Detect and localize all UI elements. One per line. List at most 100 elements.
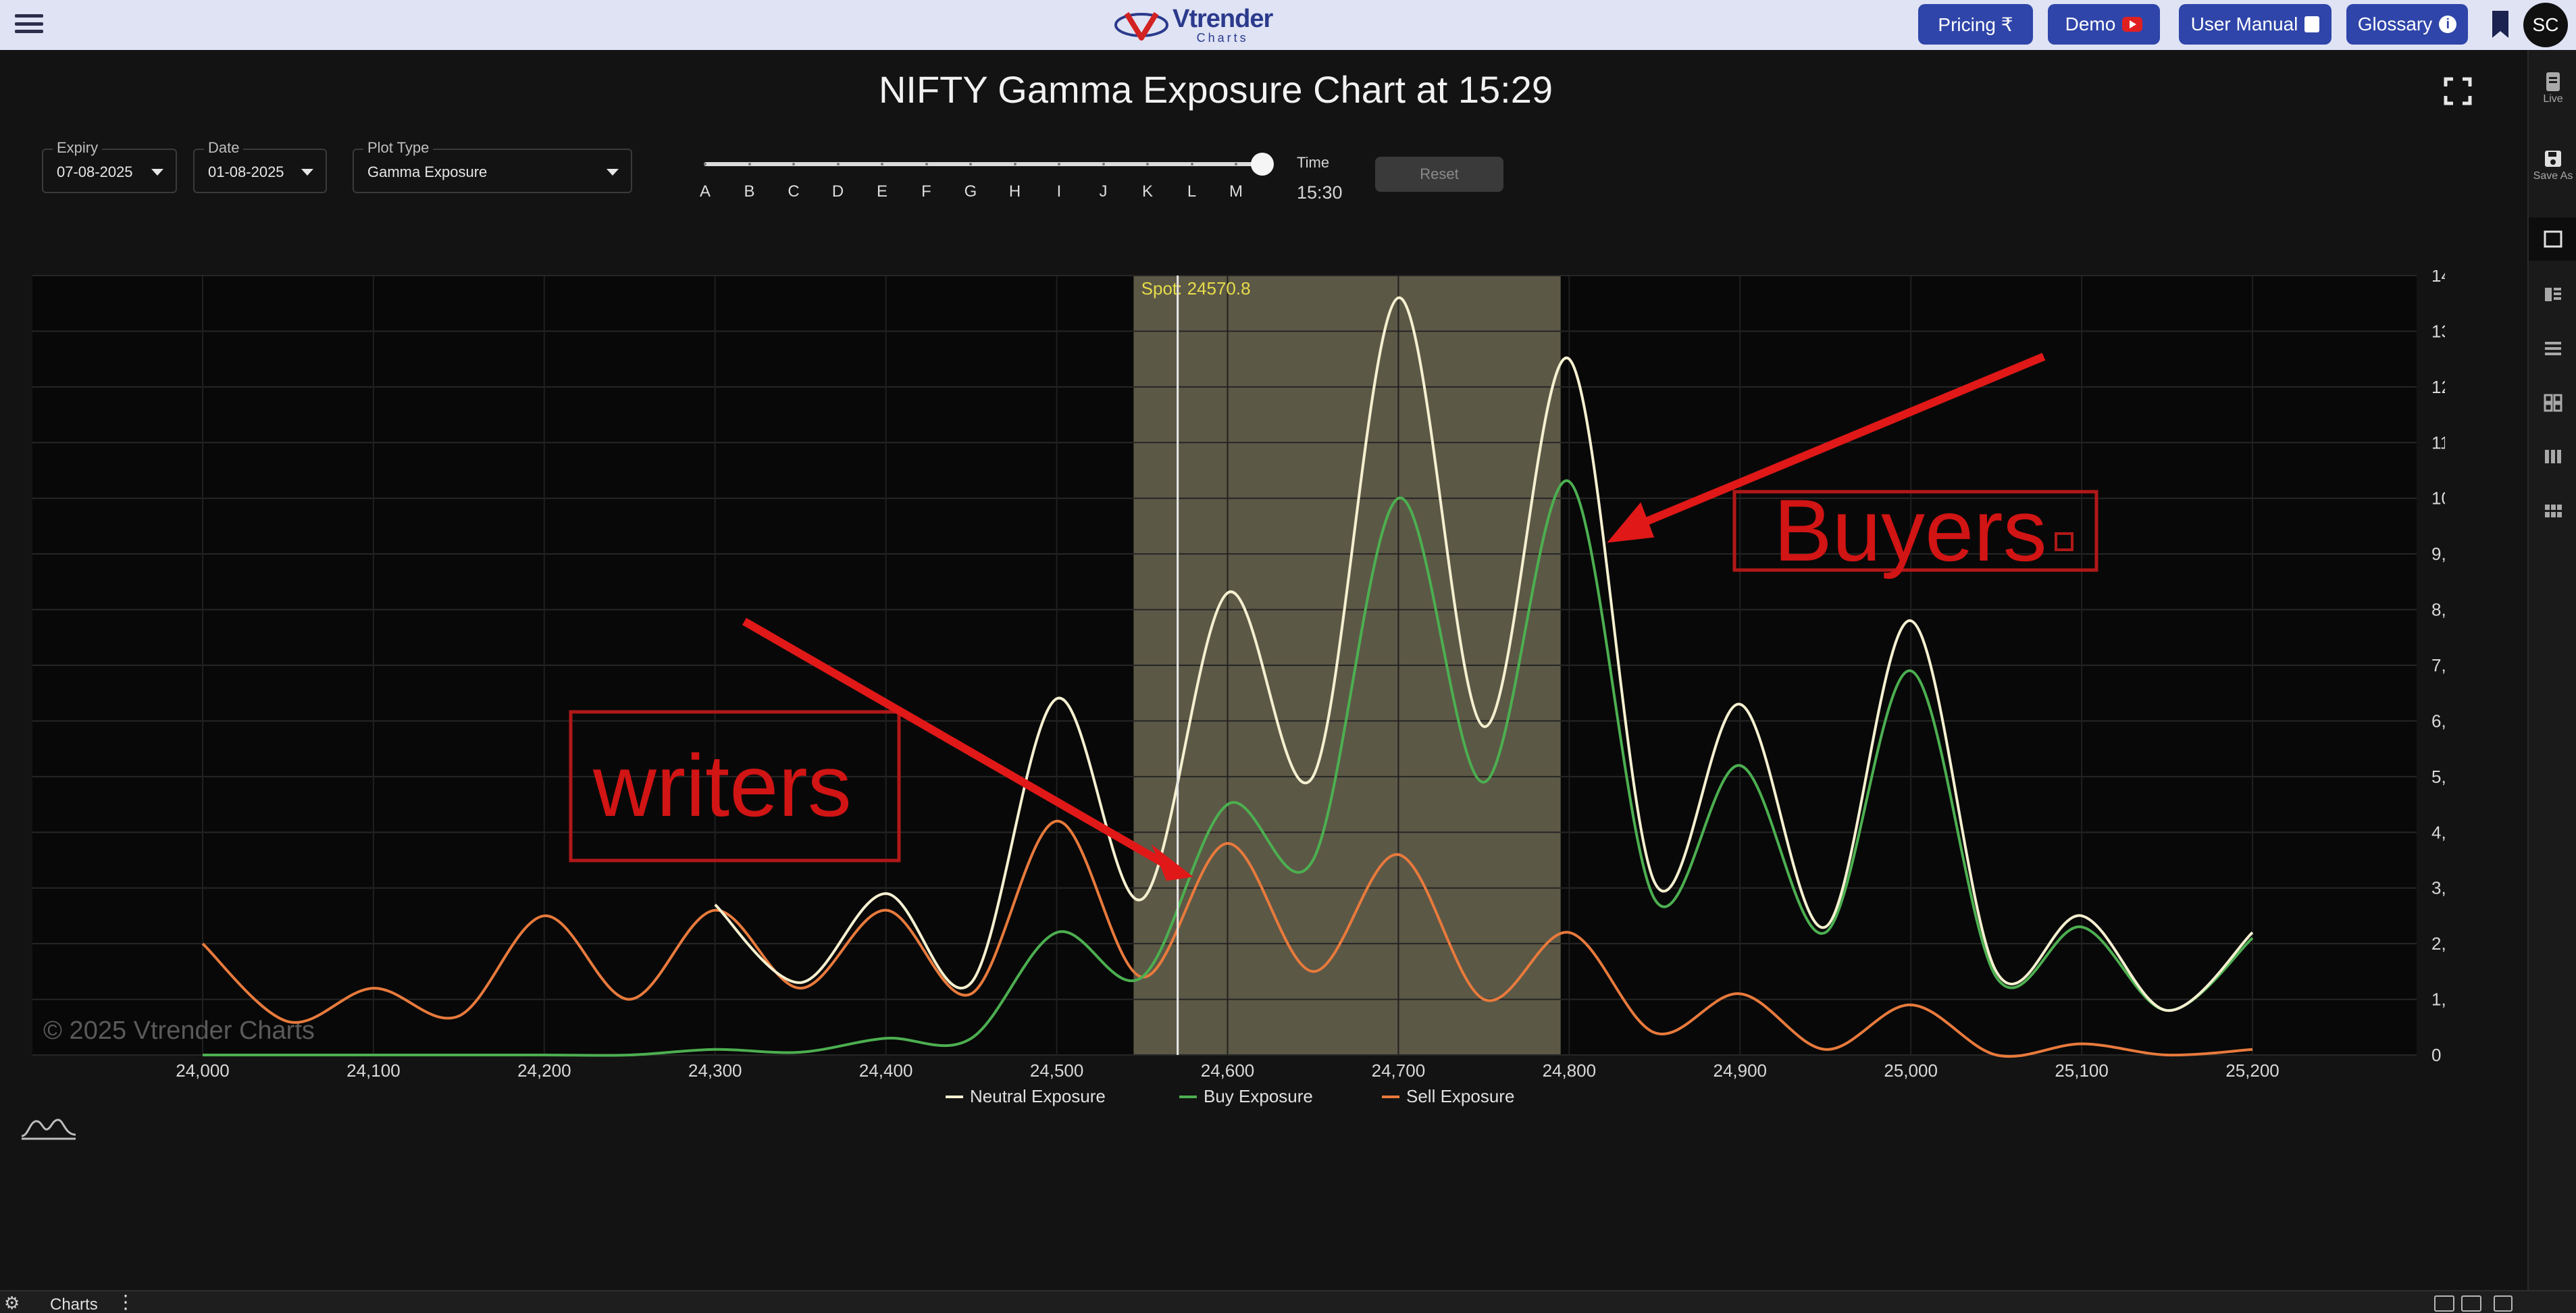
slider-mark-label: B (744, 182, 755, 201)
menu-icon[interactable] (14, 11, 45, 36)
time-label: Time (1297, 154, 1330, 171)
chart-style-icon[interactable] (20, 1114, 77, 1141)
vtrender-logo-icon (1114, 11, 1168, 41)
slider-mark-label: C (788, 182, 800, 201)
date-select[interactable]: Date 01-08-2025 (193, 139, 327, 193)
time-slider-track[interactable] (704, 162, 1262, 166)
user-manual-label: User Manual (2190, 14, 2298, 34)
y-tick-label: 1,000 (2431, 989, 2445, 1010)
plot-type-value: Gamma Exposure (367, 163, 488, 180)
y-tick-label: 11,000 (2431, 432, 2445, 453)
reset-label: Reset (1420, 165, 1459, 182)
sidebar-item-columns-layout[interactable] (2529, 435, 2576, 478)
x-tick-label: 24,100 (346, 1060, 401, 1081)
y-tick-label: 6,000 (2431, 711, 2445, 731)
sidebar-item-grid6-layout[interactable] (2529, 489, 2576, 532)
x-tick-label: 24,400 (859, 1060, 913, 1081)
slider-mark-label: I (1056, 182, 1062, 201)
time-slider-thumb[interactable] (1251, 153, 1274, 176)
date-value: 01-08-2025 (208, 163, 284, 180)
slider-mark-label: K (1141, 182, 1153, 201)
y-tick-label: 2,000 (2431, 933, 2445, 954)
y-tick-label: 10,000 (2431, 488, 2445, 509)
y-tick-label: 4,000 (2431, 822, 2445, 842)
slider-mark-label: L (1187, 182, 1197, 201)
legend-label: Neutral Exposure (970, 1086, 1106, 1106)
demo-button[interactable]: Demo (2048, 4, 2160, 45)
slider-tick (1235, 163, 1237, 165)
more-options-icon[interactable]: ⋮ (116, 1293, 135, 1312)
avatar[interactable]: SC (2523, 3, 2568, 47)
slider-mark-label: A (699, 182, 711, 201)
sidebar-item-grid-layout[interactable] (2529, 381, 2576, 424)
time-value: 15:30 (1297, 182, 1343, 203)
bookmark-icon[interactable] (2490, 9, 2511, 39)
info-icon: i (2439, 16, 2457, 33)
save-icon (2545, 151, 2561, 167)
x-tick-label: 25,200 (2225, 1060, 2279, 1081)
chevron-down-icon (151, 169, 163, 176)
pricing-label: Pricing ₹ (1938, 14, 2013, 35)
slider-tick (792, 163, 795, 165)
x-tick-label: 24,000 (176, 1060, 230, 1081)
pricing-button[interactable]: Pricing ₹ (1918, 4, 2033, 45)
logo-subtitle: Charts (1196, 31, 1249, 45)
expiry-select[interactable]: Expiry 07-08-2025 (42, 139, 177, 193)
rows-layout-icon (2545, 342, 2561, 355)
document-icon (2546, 72, 2560, 91)
glossary-button[interactable]: Glossary i (2346, 4, 2468, 45)
slider-tick (704, 163, 706, 165)
legend-label: Buy Exposure (1204, 1086, 1313, 1106)
fullscreen-icon[interactable] (2444, 77, 2472, 105)
y-tick-label: 14,000 (2431, 270, 2445, 286)
buyers-annotation: Buyers (1774, 481, 2047, 580)
slider-tick (1146, 163, 1149, 165)
slider-tick (925, 163, 928, 165)
gamma-exposure-chart: 0 1,000 2,000 3,000 4,000 5,000 6,000 7,000 8,00… (32, 270, 2445, 1106)
legend-label: Sell Exposure (1406, 1086, 1514, 1106)
y-tick-label: 13,000 (2431, 321, 2445, 341)
slider-mark-label: D (831, 182, 844, 201)
y-tick-label: 12,000 (2431, 377, 2445, 397)
x-tick-label: 24,500 (1030, 1060, 1084, 1081)
sidebar-item-label: Live (2543, 93, 2563, 105)
sidebar-item-split-layout[interactable] (2529, 273, 2576, 316)
x-tick-label: 24,600 (1201, 1060, 1255, 1081)
sidebar-item-live[interactable]: Live (2529, 70, 2576, 105)
expiry-value: 07-08-2025 (57, 163, 133, 180)
watermark: © 2025 Vtrender Charts (43, 1016, 315, 1045)
user-manual-button[interactable]: User Manual (2179, 4, 2332, 45)
glossary-label: Glossary (2357, 14, 2433, 34)
slider-tick (1190, 163, 1193, 165)
y-tick-label: 9,000 (2431, 544, 2445, 564)
chevron-down-icon (607, 169, 619, 176)
settings-small-icon[interactable] (2494, 1295, 2513, 1312)
slider-tick (1058, 163, 1060, 165)
youtube-icon (2122, 17, 2143, 32)
sidebar-item-single-layout[interactable] (2529, 217, 2576, 261)
date-label: Date (204, 139, 244, 157)
y-tick-label: 7,000 (2431, 655, 2445, 675)
slider-tick (1102, 163, 1105, 165)
line-chart-icon[interactable] (2434, 1295, 2454, 1312)
slider-tick (881, 163, 883, 165)
slider-mark-label: J (1099, 182, 1108, 201)
plot-type-select[interactable]: Plot Type Gamma Exposure (353, 139, 632, 193)
right-sidebar: Live Save As (2527, 50, 2576, 1290)
logo[interactable]: Vtrender Charts (1114, 4, 1273, 46)
x-tick-label: 24,800 (1543, 1060, 1597, 1081)
tab-charts[interactable]: Charts (50, 1295, 98, 1313)
gear-icon[interactable]: ⚙ (4, 1294, 20, 1312)
single-layout-icon (2544, 230, 2562, 248)
y-tick-label: 3,000 (2431, 878, 2445, 898)
slider-tick (969, 163, 972, 165)
image-icon[interactable] (2461, 1295, 2481, 1312)
y-tick-label: 0 (2431, 1045, 2441, 1065)
slider-mark-label: E (876, 182, 887, 201)
x-tick-label: 24,900 (1713, 1060, 1767, 1081)
x-tick-label: 24,300 (688, 1060, 742, 1081)
reset-button[interactable]: Reset (1375, 157, 1503, 192)
avatar-initials: SC (2532, 14, 2559, 35)
sidebar-item-rows-layout[interactable] (2529, 327, 2576, 370)
sidebar-item-save-as[interactable]: Save As (2529, 147, 2576, 182)
